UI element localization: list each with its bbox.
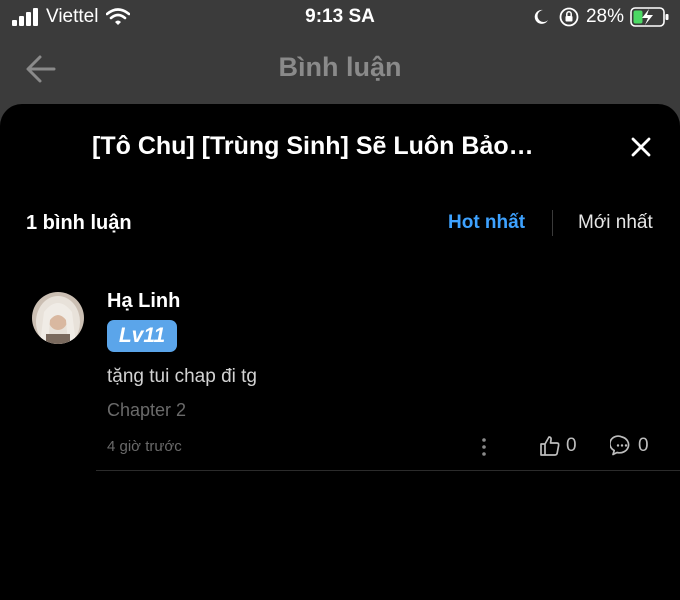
chat-bubble-icon: [610, 435, 630, 456]
battery-charging-icon: [630, 7, 669, 27]
reply-button[interactable]: 0: [610, 434, 649, 458]
more-vertical-icon: [482, 438, 486, 456]
header-bar: Bình luận: [0, 34, 680, 104]
sort-divider: [552, 210, 553, 236]
page-title: Bình luận: [278, 52, 402, 82]
status-right: 28%: [532, 6, 670, 28]
like-count: 0: [566, 435, 577, 456]
moon-icon: [534, 9, 548, 24]
battery-percent: 28%: [585, 6, 624, 27]
story-title: [Tô Chu] [Trùng Sinh] Sẽ Luôn Bảo…: [92, 132, 534, 160]
orientation-lock-icon: [559, 7, 579, 27]
commenter-name[interactable]: Hạ Linh: [107, 290, 180, 313]
like-button[interactable]: 0: [538, 434, 577, 458]
sort-newest-tab[interactable]: Mới nhất: [578, 212, 653, 234]
comment-divider: [96, 470, 680, 471]
comment-time: 4 giờ trước: [107, 438, 182, 455]
status-bar: Viettel 9:13 SA 28%: [0, 0, 680, 34]
sort-hot-tab[interactable]: Hot nhất: [448, 212, 525, 234]
comment-count: 1 bình luận: [26, 212, 132, 234]
reply-count: 0: [638, 435, 649, 456]
more-options-button[interactable]: [476, 436, 492, 458]
user-avatar-image: [32, 292, 84, 344]
comment-text: tặng tui chap đi tg: [107, 366, 257, 387]
close-icon: [631, 137, 651, 157]
level-badge: Lv11: [107, 320, 177, 352]
avatar[interactable]: [32, 292, 84, 344]
comments-sheet: [Tô Chu] [Trùng Sinh] Sẽ Luôn Bảo… 1 bìn…: [0, 104, 680, 600]
thumbs-up-icon: [540, 436, 560, 456]
comment-chapter[interactable]: Chapter 2: [107, 400, 186, 421]
close-button[interactable]: [628, 134, 654, 160]
